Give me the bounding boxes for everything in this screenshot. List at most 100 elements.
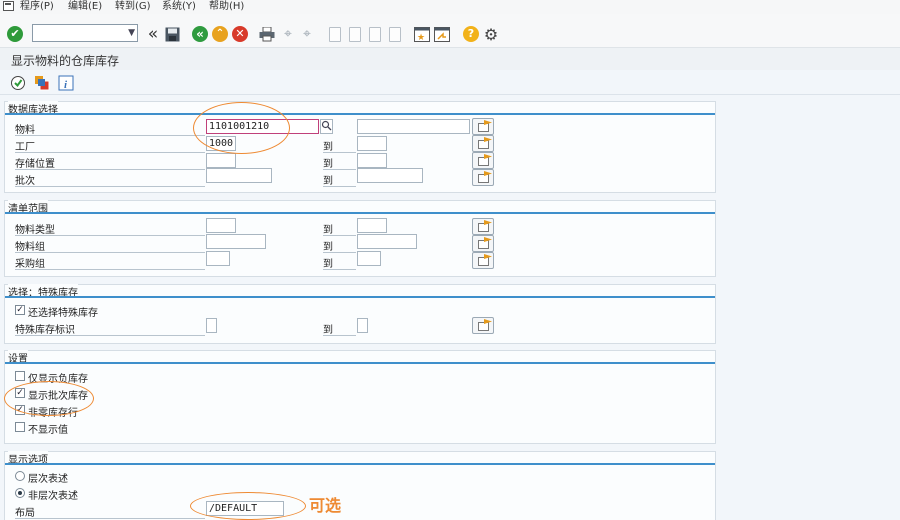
label-underline [15, 135, 205, 136]
label-underline [323, 152, 356, 153]
hide-values-label: 不显示值 [28, 425, 68, 436]
special-stock-checkbox[interactable]: ✓ [15, 305, 25, 315]
section-divider [5, 463, 715, 465]
command-input[interactable] [33, 25, 121, 41]
non-hierarchical-label: 非层次表述 [28, 491, 78, 502]
purchasing-group-label: 采购组 [15, 259, 45, 270]
exit-icon[interactable]: ⌃ [211, 25, 229, 43]
material-to-input[interactable] [357, 119, 470, 134]
menu-goto[interactable]: 转到(G) [115, 0, 151, 13]
shortcut-icon[interactable] [433, 25, 451, 43]
hierarchical-radio[interactable] [15, 471, 25, 481]
label-underline [15, 235, 205, 236]
help-icon[interactable]: ? [462, 25, 480, 43]
nonzero-stock-checkbox[interactable]: ✓ [15, 405, 25, 415]
previous-page-icon[interactable] [346, 25, 364, 43]
next-page-icon[interactable] [366, 25, 384, 43]
multiple-selection-button[interactable] [472, 135, 494, 152]
svg-text:★: ★ [417, 33, 425, 42]
hide-values-checkbox[interactable] [15, 422, 25, 432]
label-underline [323, 186, 356, 187]
label-underline [15, 252, 205, 253]
settings-section: 设置 仅显示负库存 ✓ 显示批次库存 ✓ 非零库存行 不显示值 [4, 350, 716, 444]
hierarchical-label: 层次表述 [28, 474, 68, 485]
to-label: 到 [323, 142, 333, 153]
to-label: 到 [323, 242, 333, 253]
material-type-label: 物料类型 [15, 225, 55, 236]
search-help-icon[interactable] [320, 119, 333, 134]
menu-help[interactable]: 帮助(H) [209, 0, 244, 13]
to-label: 到 [323, 225, 333, 236]
special-stock-from-input[interactable] [206, 318, 217, 333]
cancel-icon[interactable]: ✕ [231, 25, 249, 43]
purchasing-group-from-input[interactable] [206, 251, 230, 266]
material-from-input[interactable]: 1101001210 [206, 119, 319, 134]
multiple-selection-button[interactable] [472, 317, 494, 334]
label-underline [15, 335, 205, 336]
system-toolbar: ✔ ▼ « « ⌃ ✕ ⌖ ⌖ ★ ? ⚙ [0, 14, 900, 48]
last-page-icon[interactable] [386, 25, 404, 43]
special-stock-checkbox-label: 还选择特殊库存 [28, 308, 98, 319]
nonzero-stock-label: 非零库存行 [28, 408, 78, 419]
new-session-icon[interactable]: ★ [413, 25, 431, 43]
find-next-icon[interactable]: ⌖ [298, 25, 316, 43]
menu-program[interactable]: 程序(P) [20, 0, 54, 13]
menu-edit[interactable]: 编辑(E) [68, 0, 102, 13]
enter-icon[interactable]: ✔ [6, 25, 24, 43]
layout-input[interactable]: /DEFAULT [206, 501, 284, 516]
material-label: 物料 [15, 125, 35, 136]
special-stock-to-input[interactable] [357, 318, 368, 333]
non-hierarchical-radio[interactable] [15, 488, 25, 498]
window-menu-icon[interactable] [3, 1, 14, 11]
label-underline [323, 252, 356, 253]
first-page-icon[interactable] [326, 25, 344, 43]
special-stock-indicator-label: 特殊库存标识 [15, 325, 75, 336]
multiple-selection-button[interactable] [472, 118, 494, 135]
material-group-from-input[interactable] [206, 234, 266, 249]
negative-stock-label: 仅显示负库存 [28, 374, 88, 385]
purchasing-group-to-input[interactable] [357, 251, 381, 266]
material-type-to-input[interactable] [357, 218, 387, 233]
negative-stock-checkbox[interactable] [15, 371, 25, 381]
plant-to-input[interactable] [357, 136, 387, 151]
plant-label: 工厂 [15, 142, 35, 153]
get-variant-icon[interactable] [33, 74, 51, 92]
label-underline [323, 335, 356, 336]
label-underline [323, 269, 356, 270]
menubar: 程序(P) 编辑(E) 转到(G) 系统(Y) 帮助(H) [0, 0, 900, 14]
to-label: 到 [323, 325, 333, 336]
plant-from-input[interactable]: 1000 [206, 136, 236, 151]
find-icon[interactable]: ⌖ [279, 25, 297, 43]
empty-area [717, 95, 900, 520]
storage-location-from-input[interactable] [206, 153, 236, 168]
label-underline [15, 169, 205, 170]
menu-system[interactable]: 系统(Y) [162, 0, 196, 13]
multiple-selection-button[interactable] [472, 169, 494, 186]
command-field[interactable]: ▼ [32, 24, 138, 42]
batch-stock-checkbox[interactable]: ✓ [15, 388, 25, 398]
multiple-selection-button[interactable] [472, 235, 494, 252]
batch-from-input[interactable] [206, 168, 272, 183]
back-double-arrow-icon[interactable]: « [144, 24, 162, 44]
multiple-selection-button[interactable] [472, 218, 494, 235]
info-icon[interactable]: i [57, 74, 75, 92]
label-underline [15, 152, 205, 153]
to-label: 到 [323, 176, 333, 187]
customize-layout-icon[interactable]: ⚙ [482, 25, 500, 44]
multiple-selection-button[interactable] [472, 152, 494, 169]
section-divider [5, 362, 715, 364]
back-icon[interactable]: « [191, 25, 209, 43]
multiple-selection-button[interactable] [472, 252, 494, 269]
page-title: 显示物料的仓库库存 [11, 54, 120, 68]
chevron-down-icon[interactable]: ▼ [128, 28, 135, 38]
batch-to-input[interactable] [357, 168, 423, 183]
material-type-from-input[interactable] [206, 218, 236, 233]
material-group-to-input[interactable] [357, 234, 417, 249]
title-bar: 显示物料的仓库库存 [0, 48, 900, 70]
save-icon[interactable] [163, 25, 181, 43]
print-icon[interactable] [258, 25, 276, 43]
section-divider [5, 113, 715, 115]
execute-icon[interactable] [9, 74, 27, 92]
batch-stock-label: 显示批次库存 [28, 391, 88, 402]
storage-location-to-input[interactable] [357, 153, 387, 168]
